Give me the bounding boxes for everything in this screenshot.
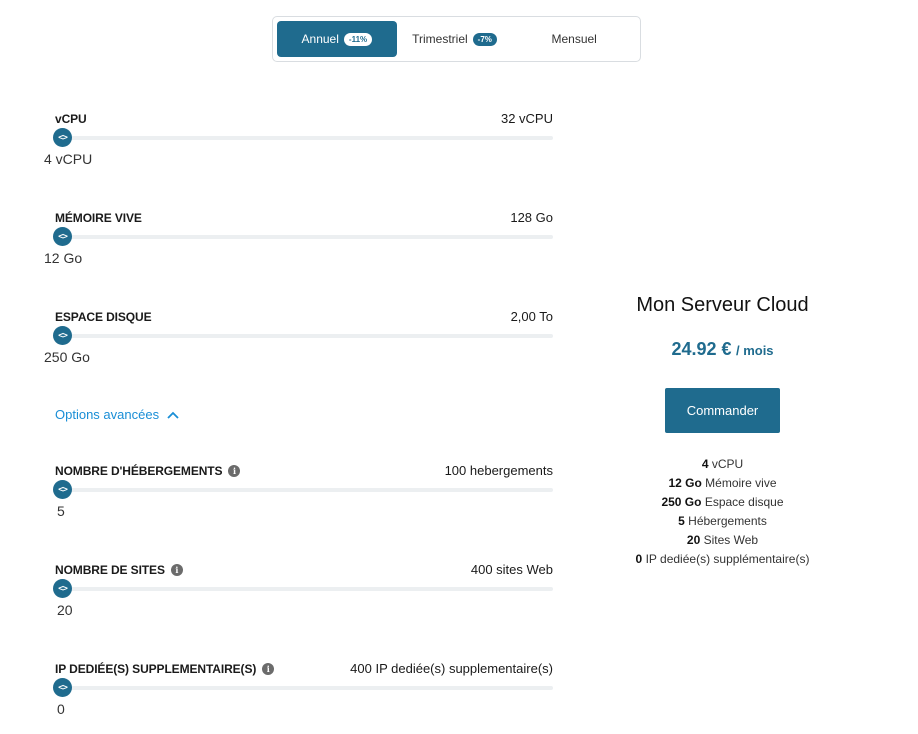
spec-label: Mémoire vive: [705, 476, 777, 490]
sites-current-value: 20: [57, 602, 73, 618]
vcpu-header: vCPU 32 vCPU: [55, 111, 553, 126]
price-unit: / mois: [735, 343, 774, 358]
spec-label: Hébergements: [688, 514, 767, 528]
hosting-header: NOMBRE D'HÉBERGEMENTS i 100 hebergements: [55, 463, 553, 478]
billing-period-switch: Annuel -11% Trimestriel -7% Mensuel: [272, 16, 641, 62]
summary-price: 24.92 € / mois: [600, 339, 845, 360]
tab-quarterly-label: Trimestriel: [412, 32, 468, 46]
spec-item: 20 Sites Web: [600, 531, 845, 550]
hosting-slider-track[interactable]: [55, 488, 553, 492]
disk-max-value: 2,00 To: [510, 309, 553, 324]
spec-item: 12 Go Mémoire vive: [600, 474, 845, 493]
memory-current-value: 12 Go: [44, 250, 83, 266]
dedicated-ip-max-value: 400 IP dediée(s) supplementaire(s): [350, 661, 553, 676]
summary-title: Mon Serveur Cloud: [636, 294, 809, 316]
discount-badge-quarterly: -7%: [472, 32, 497, 46]
advanced-options-label: Options avancées: [55, 407, 160, 422]
memory-slider-track[interactable]: [55, 235, 553, 239]
disk-slider-handle[interactable]: <>: [53, 326, 72, 345]
memory-label: MÉMOIRE VIVE: [55, 210, 142, 225]
spec-value: 0: [635, 552, 643, 566]
spec-item: 250 Go Espace disque: [600, 493, 845, 512]
dedicated-ip-header: IP DEDIÉE(S) SUPPLEMENTAIRE(S) i 400 IP …: [55, 661, 553, 676]
hosting-slider-handle[interactable]: <>: [53, 480, 72, 499]
sites-slider-track[interactable]: [55, 587, 553, 591]
sites-max-value: 400 sites Web: [470, 562, 553, 577]
spec-label: Sites Web: [703, 533, 759, 547]
advanced-options-toggle[interactable]: Options avancées: [55, 407, 179, 422]
spec-item: 4 vCPU: [600, 455, 845, 474]
spec-label: Espace disque: [704, 495, 784, 509]
spec-value: 12 Go: [668, 476, 702, 490]
order-button[interactable]: Commander: [665, 388, 780, 433]
memory-slider-handle[interactable]: <>: [53, 227, 72, 246]
tab-annual-label: Annuel: [301, 32, 339, 46]
info-icon[interactable]: i: [262, 662, 275, 675]
price-amount: 24.92 €: [671, 339, 732, 359]
spec-list: 4 vCPU 12 Go Mémoire vive 250 Go Espace …: [600, 455, 845, 569]
vcpu-label: vCPU: [55, 111, 87, 126]
disk-current-value: 250 Go: [44, 349, 90, 365]
spec-value: 250 Go: [661, 495, 702, 509]
memory-header: MÉMOIRE VIVE 128 Go: [55, 210, 553, 225]
tab-monthly[interactable]: Mensuel: [512, 21, 636, 57]
dedicated-ip-slider-handle[interactable]: <>: [53, 678, 72, 697]
spec-label: vCPU: [711, 457, 744, 471]
vcpu-max-value: 32 vCPU: [500, 111, 553, 126]
vcpu-slider-handle[interactable]: <>: [53, 128, 72, 147]
sites-slider-handle[interactable]: <>: [53, 579, 72, 598]
spec-value: 4: [701, 457, 709, 471]
memory-max-value: 128 Go: [510, 210, 553, 225]
disk-header: ESPACE DISQUE 2,00 To: [55, 309, 553, 324]
disk-label: ESPACE DISQUE: [55, 309, 152, 324]
order-summary: Mon Serveur Cloud 24.92 € / mois Command…: [600, 290, 845, 569]
hosting-current-value: 5: [57, 503, 65, 519]
hosting-label-text: NOMBRE D'HÉBERGEMENTS: [55, 463, 223, 478]
vcpu-slider-track[interactable]: [55, 136, 553, 140]
dedicated-ip-label-text: IP DEDIÉE(S) SUPPLEMENTAIRE(S): [55, 661, 257, 676]
sites-label-text: NOMBRE DE SITES: [55, 562, 165, 577]
dedicated-ip-slider-track[interactable]: [55, 686, 553, 690]
discount-badge-annual: -11%: [343, 32, 373, 46]
spec-value: 20: [686, 533, 701, 547]
hosting-max-value: 100 hebergements: [444, 463, 553, 478]
hosting-label: NOMBRE D'HÉBERGEMENTS i: [55, 463, 241, 478]
sites-label: NOMBRE DE SITES i: [55, 563, 183, 577]
spec-item: 0 IP dediée(s) supplémentaire(s): [600, 550, 845, 569]
vcpu-current-value: 4 vCPU: [44, 151, 93, 167]
info-icon[interactable]: i: [228, 464, 241, 477]
chevron-up-icon: [167, 411, 179, 419]
info-icon[interactable]: i: [170, 563, 183, 576]
tab-annual[interactable]: Annuel -11%: [277, 21, 397, 57]
dedicated-ip-label: IP DEDIÉE(S) SUPPLEMENTAIRE(S) i: [55, 661, 275, 676]
spec-value: 5: [678, 514, 685, 528]
sites-header: NOMBRE DE SITES i 400 sites Web: [55, 562, 553, 577]
spec-item: 5 Hébergements: [600, 512, 845, 531]
dedicated-ip-current-value: 0: [57, 701, 65, 717]
spec-label: IP dediée(s) supplémentaire(s): [645, 552, 810, 566]
tab-monthly-label: Mensuel: [551, 32, 597, 46]
disk-slider-track[interactable]: [55, 334, 553, 338]
tab-quarterly[interactable]: Trimestriel -7%: [397, 21, 513, 57]
